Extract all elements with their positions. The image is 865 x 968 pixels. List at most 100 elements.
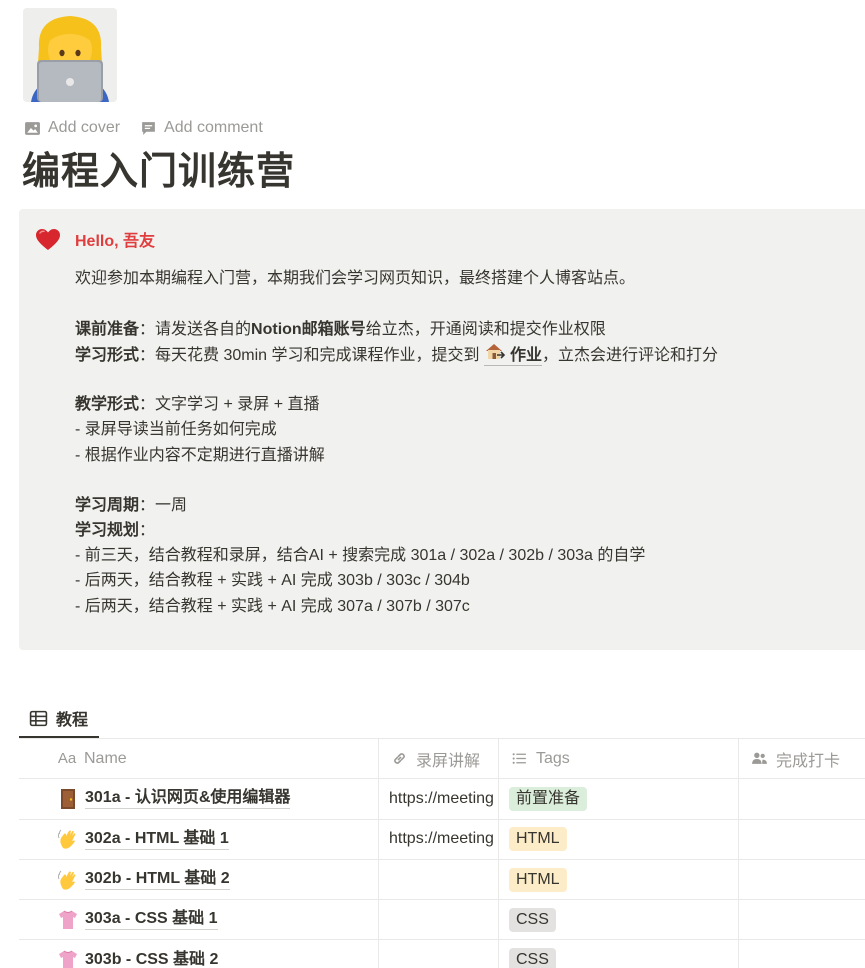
heart-icon	[36, 229, 60, 250]
door-icon	[61, 788, 75, 809]
column-header-name[interactable]: Aa Name	[19, 739, 379, 779]
teach-item-1: - 录屏导读当前任务如何完成	[75, 421, 277, 439]
row-title: 303a - CSS 基础 1	[85, 909, 218, 931]
page-icon[interactable]	[23, 8, 117, 102]
recording-url: https://meeting	[389, 830, 494, 848]
name-cell[interactable]: 301a - 认识网页&使用编辑器	[19, 779, 379, 819]
prep-bold: Notion邮箱账号	[251, 320, 366, 338]
table-icon	[29, 710, 48, 726]
tag-badge: HTML	[509, 827, 567, 852]
column-recording-label: 录屏讲解	[416, 752, 481, 770]
page-title[interactable]: 编程入门训练营	[22, 148, 295, 196]
table-row[interactable]: 303b - CSS 基础 2 CSS	[19, 940, 865, 968]
plan-colon: ：	[139, 522, 156, 540]
shirt-icon	[59, 950, 77, 968]
tag-badge: HTML	[509, 867, 567, 892]
tags-cell[interactable]: CSS	[499, 900, 739, 940]
callout-content: Hello, 吾友 欢迎参加本期编程入门营，本期我们会学习网页知识，最终搭建个人…	[75, 229, 718, 619]
database-tab-label: 教程	[56, 712, 89, 729]
column-name-label: Name	[84, 749, 127, 767]
shirt-icon	[59, 910, 77, 929]
plan-item-2: - 后两天，结合教程 + 实践 + AI 完成 303b / 303c / 30…	[75, 572, 470, 590]
add-cover-button[interactable]: Add cover	[24, 119, 120, 137]
homework-link-label: 作业	[509, 346, 542, 364]
woman-technologist-icon	[23, 8, 117, 102]
name-cell[interactable]: 302b - HTML 基础 2	[19, 859, 379, 900]
prep-text-1: ：请发送各自的	[139, 320, 252, 338]
table-row[interactable]: 303a - CSS 基础 1 CSS	[19, 900, 865, 941]
prep-line: 课前准备：请发送各自的Notion邮箱账号给立杰，开通阅读和提交作业权限	[75, 317, 718, 342]
checkin-cell[interactable]	[739, 940, 865, 968]
list-icon	[509, 750, 529, 768]
table-row[interactable]: 302a - HTML 基础 1 https://meeting HTML	[19, 819, 865, 860]
checkin-cell[interactable]	[739, 779, 865, 818]
plan-label: 学习规划	[75, 522, 140, 540]
row-title: 303b - CSS 基础 2	[85, 950, 218, 968]
form-text-2: ，立杰会进行评论和打分	[541, 346, 718, 364]
callout-greeting: Hello, 吾友	[75, 233, 156, 250]
prep-label: 课前准备	[75, 320, 140, 338]
column-tags-label: Tags	[536, 749, 570, 767]
form-line: 学习形式：每天花费 30min 学习和完成课程作业，提交到 作业 ，立杰会进行评论…	[75, 342, 718, 367]
waving-hand-icon	[58, 829, 76, 849]
teach-label: 教学形式	[75, 396, 140, 414]
add-cover-label: Add cover	[48, 119, 121, 136]
plan-item-3: - 后两天，结合教程 + 实践 + AI 完成 307a / 307b / 30…	[75, 597, 470, 615]
recording-cell[interactable]: https://meeting	[379, 779, 499, 819]
add-comment-label: Add comment	[164, 119, 263, 136]
recording-cell[interactable]	[379, 900, 499, 940]
database-view-tab[interactable]: 教程	[19, 700, 99, 738]
tags-cell[interactable]: HTML	[499, 859, 739, 900]
tag-badge: 前置准备	[509, 786, 588, 811]
homework-page-link[interactable]: 作业	[483, 342, 542, 366]
callout-block[interactable]: Hello, 吾友 欢迎参加本期编程入门营，本期我们会学习网页知识，最终搭建个人…	[19, 209, 865, 650]
column-checkin-label: 完成打卡	[776, 752, 841, 770]
column-header-checkin[interactable]: 完成打卡	[739, 739, 865, 778]
waving-hand-icon	[58, 870, 76, 890]
row-title: 302a - HTML 基础 1	[85, 829, 229, 850]
teach-item-2: - 根据作业内容不定期进行直播讲解	[75, 446, 325, 464]
house-link-icon	[485, 343, 506, 359]
row-title: 302b - HTML 基础 2	[85, 869, 230, 891]
table-header: Aa Name 录屏讲解 Tags 完成打卡	[19, 739, 865, 780]
prep-text-2: 给立杰，开通阅读和提交作业权限	[365, 320, 606, 338]
plan-item-1: - 前三天，结合教程和录屏，结合AI + 搜索完成 301a / 302a / …	[75, 547, 646, 565]
link-icon	[389, 750, 409, 768]
tags-cell[interactable]: CSS	[499, 940, 739, 968]
tag-badge: CSS	[509, 907, 556, 932]
period-line: 学习周期：一周	[75, 493, 718, 518]
period-text: ：一周	[139, 496, 188, 514]
teach-line: 教学形式：文字学习 + 录屏 + 直播	[75, 392, 718, 417]
table-row[interactable]: 302b - HTML 基础 2 HTML	[19, 859, 865, 901]
checkin-cell[interactable]	[739, 900, 865, 939]
callout-intro: 欢迎参加本期编程入门营，本期我们会学习网页知识，最终搭建个人博客站点。	[75, 270, 636, 288]
recording-cell[interactable]	[379, 940, 499, 968]
name-cell[interactable]: 303a - CSS 基础 1	[19, 900, 379, 940]
form-text-1: ：每天花费 30min 学习和完成课程作业，提交到	[139, 346, 480, 364]
tag-badge: CSS	[509, 948, 556, 968]
tags-cell[interactable]: 前置准备	[499, 779, 739, 819]
name-cell[interactable]: 302a - HTML 基础 1	[19, 819, 379, 859]
image-icon	[25, 121, 40, 135]
database-table: Aa Name 录屏讲解 Tags 完成打卡 301a - 认识网页&使用编辑器…	[19, 739, 865, 968]
name-cell[interactable]: 303b - CSS 基础 2	[19, 940, 379, 968]
tags-cell[interactable]: HTML	[499, 819, 739, 859]
recording-cell[interactable]: https://meeting	[379, 819, 499, 859]
period-label: 学习周期	[75, 496, 140, 514]
column-header-tags[interactable]: Tags	[499, 739, 739, 779]
column-header-recording[interactable]: 录屏讲解	[379, 739, 499, 779]
plan-line: 学习规划：	[75, 518, 718, 543]
recording-cell[interactable]	[379, 859, 499, 900]
teach-text: ：文字学习 + 录屏 + 直播	[139, 396, 320, 414]
text-property-icon: Aa	[57, 750, 77, 768]
add-comment-button[interactable]: Add comment	[140, 119, 263, 137]
checkin-cell[interactable]	[739, 860, 865, 899]
comment-icon	[142, 121, 155, 135]
row-title: 301a - 认识网页&使用编辑器	[85, 788, 291, 810]
recording-url: https://meeting	[389, 789, 494, 807]
people-icon	[749, 750, 769, 768]
page-controls: Add cover Add comment	[24, 117, 263, 139]
table-row[interactable]: 301a - 认识网页&使用编辑器 https://meeting 前置准备	[19, 779, 865, 820]
form-label: 学习形式	[75, 346, 140, 364]
checkin-cell[interactable]	[739, 820, 865, 859]
